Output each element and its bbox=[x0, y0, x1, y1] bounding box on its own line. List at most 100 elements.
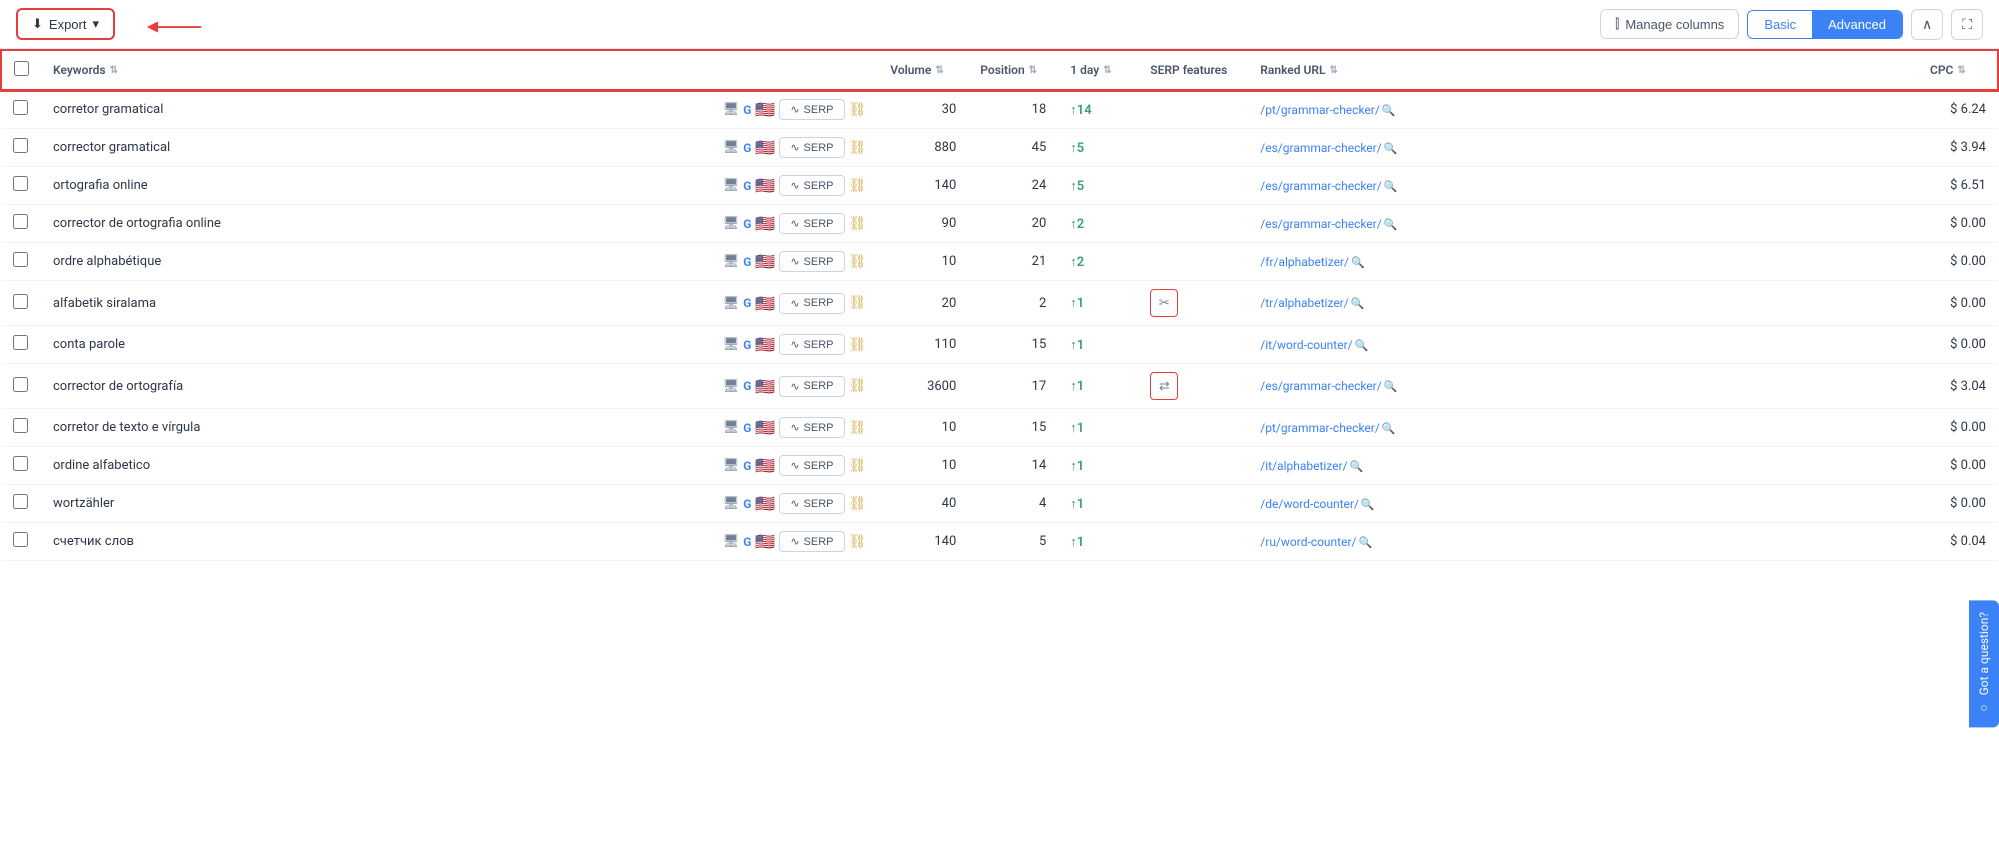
cpc-value: $ 0.00 bbox=[1950, 216, 1986, 231]
position-cell: 15 bbox=[968, 326, 1058, 364]
search-magnifier-icon[interactable]: 🔍 bbox=[1382, 422, 1396, 435]
ranked-url-link[interactable]: /es/grammar-checker/ bbox=[1260, 179, 1381, 193]
ranked-url-link[interactable]: /pt/grammar-checker/ bbox=[1260, 103, 1380, 117]
trend-icon: ∿ bbox=[790, 179, 799, 192]
cpc-cell: $ 0.00 bbox=[1918, 485, 1998, 523]
ranked-url-header[interactable]: Ranked URL ⇅ bbox=[1248, 50, 1918, 90]
volume-header[interactable]: Volume ⇅ bbox=[878, 50, 968, 90]
serp-button[interactable]: ∿ SERP bbox=[779, 137, 844, 158]
cpc-value: $ 0.00 bbox=[1950, 458, 1986, 473]
serp-button[interactable]: ∿ SERP bbox=[779, 99, 844, 120]
serp-label: SERP bbox=[804, 256, 834, 268]
volume-sort-icon: ⇅ bbox=[935, 65, 943, 76]
row-checkbox[interactable] bbox=[13, 335, 28, 350]
row-checkbox[interactable] bbox=[13, 494, 28, 509]
serp-button[interactable]: ∿ SERP bbox=[779, 293, 844, 314]
serp-label: SERP bbox=[804, 297, 834, 309]
volume-cell: 140 bbox=[878, 167, 968, 205]
keywords-header[interactable]: Keywords ⇅ bbox=[41, 50, 711, 90]
ranked-url-link[interactable]: /es/grammar-checker/ bbox=[1260, 379, 1381, 393]
serp-label: SERP bbox=[804, 339, 834, 351]
volume-cell: 10 bbox=[878, 243, 968, 281]
ranked-url-link[interactable]: /de/word-counter/ bbox=[1260, 497, 1359, 511]
basic-toggle[interactable]: Basic bbox=[1748, 11, 1812, 38]
trend-icon: ∿ bbox=[790, 421, 799, 434]
search-magnifier-icon[interactable]: 🔍 bbox=[1361, 498, 1375, 511]
search-magnifier-icon[interactable]: 🔍 bbox=[1358, 536, 1372, 549]
serp-button[interactable]: ∿ SERP bbox=[779, 493, 844, 514]
row-checkbox[interactable] bbox=[13, 532, 28, 547]
row-checkbox[interactable] bbox=[13, 100, 28, 115]
search-magnifier-icon[interactable]: 🔍 bbox=[1384, 142, 1398, 155]
ranked-url-link[interactable]: /it/word-counter/ bbox=[1260, 338, 1352, 352]
ranked-url-link[interactable]: /fr/alphabetizer/ bbox=[1260, 255, 1349, 269]
volume-value: 10 bbox=[942, 254, 957, 269]
google-icon: G bbox=[743, 103, 751, 117]
table-row: ordine alfabetico 🖥 G 🇺🇸 ∿ SERP ⛓ 1014↑1… bbox=[1, 447, 1998, 485]
got-question-button[interactable]: ○ Got a question? bbox=[1969, 600, 1999, 727]
ranked-url-link[interactable]: /tr/alphabetizer/ bbox=[1260, 296, 1348, 310]
search-magnifier-icon[interactable]: 🔍 bbox=[1351, 256, 1365, 269]
serp-button[interactable]: ∿ SERP bbox=[779, 175, 844, 196]
row-checkbox[interactable] bbox=[13, 377, 28, 392]
volume-value: 140 bbox=[934, 534, 956, 549]
ranked-url-link[interactable]: /pt/grammar-checker/ bbox=[1260, 421, 1380, 435]
cpc-cell: $ 0.00 bbox=[1918, 409, 1998, 447]
actions-cell: 🖥 G 🇺🇸 ∿ SERP ⛓ bbox=[711, 167, 879, 205]
select-all-header[interactable] bbox=[1, 50, 41, 90]
row-checkbox[interactable] bbox=[13, 252, 28, 267]
serp-features-cell bbox=[1138, 129, 1248, 167]
volume-value: 110 bbox=[934, 337, 956, 352]
one-day-cell: ↑1 bbox=[1058, 364, 1138, 409]
table-row: ordre alphabétique 🖥 G 🇺🇸 ∿ SERP ⛓ 1021↑… bbox=[1, 243, 1998, 281]
search-magnifier-icon[interactable]: 🔍 bbox=[1384, 218, 1398, 231]
table-row: ortografia online 🖥 G 🇺🇸 ∿ SERP ⛓ 14024↑… bbox=[1, 167, 1998, 205]
serp-button[interactable]: ∿ SERP bbox=[779, 455, 844, 476]
row-checkbox[interactable] bbox=[13, 418, 28, 433]
google-icon: G bbox=[743, 497, 751, 511]
device-icon: 🖥 bbox=[723, 458, 740, 473]
volume-value: 880 bbox=[934, 140, 956, 155]
search-magnifier-icon[interactable]: 🔍 bbox=[1384, 180, 1398, 193]
advanced-toggle[interactable]: Advanced bbox=[1812, 11, 1902, 38]
keywords-table: Keywords ⇅ Volume ⇅ Position ⇅ bbox=[0, 49, 1999, 561]
ranked-url-link[interactable]: /es/grammar-checker/ bbox=[1260, 141, 1381, 155]
one-day-header[interactable]: 1 day ⇅ bbox=[1058, 50, 1138, 90]
export-button[interactable]: ⬇ Export ▾ bbox=[16, 8, 115, 40]
trend-icon: ∿ bbox=[790, 338, 799, 351]
manage-columns-button[interactable]: ⫿ Manage columns bbox=[1600, 9, 1739, 39]
google-icon: G bbox=[743, 535, 751, 549]
row-checkbox-cell bbox=[1, 90, 41, 129]
select-all-checkbox[interactable] bbox=[14, 61, 29, 76]
keyword-cell: wortzähler bbox=[41, 485, 711, 523]
row-checkbox[interactable] bbox=[13, 138, 28, 153]
serp-button[interactable]: ∿ SERP bbox=[779, 251, 844, 272]
search-magnifier-icon[interactable]: 🔍 bbox=[1384, 380, 1398, 393]
row-checkbox[interactable] bbox=[13, 176, 28, 191]
collapse-button[interactable]: ∧ bbox=[1911, 9, 1943, 40]
actions-cell: 🖥 G 🇺🇸 ∿ SERP ⛓ bbox=[711, 523, 879, 561]
search-magnifier-icon[interactable]: 🔍 bbox=[1355, 339, 1369, 352]
serp-button[interactable]: ∿ SERP bbox=[779, 334, 844, 355]
row-checkbox-cell bbox=[1, 129, 41, 167]
expand-button[interactable]: ⛶ bbox=[1951, 9, 1983, 40]
cpc-header[interactable]: CPC ⇅ bbox=[1918, 50, 1998, 90]
serp-button[interactable]: ∿ SERP bbox=[779, 213, 844, 234]
row-checkbox[interactable] bbox=[13, 214, 28, 229]
ranked-url-link[interactable]: /ru/word-counter/ bbox=[1260, 535, 1356, 549]
position-header[interactable]: Position ⇅ bbox=[968, 50, 1058, 90]
serp-button[interactable]: ∿ SERP bbox=[779, 531, 844, 552]
search-magnifier-icon[interactable]: 🔍 bbox=[1350, 460, 1364, 473]
ranked-url-link[interactable]: /es/grammar-checker/ bbox=[1260, 217, 1381, 231]
serp-button[interactable]: ∿ SERP bbox=[779, 417, 844, 438]
search-magnifier-icon[interactable]: 🔍 bbox=[1382, 104, 1396, 117]
serp-button[interactable]: ∿ SERP bbox=[779, 376, 844, 397]
row-checkbox[interactable] bbox=[13, 294, 28, 309]
one-day-value: ↑1 bbox=[1070, 296, 1084, 311]
ranked-url-link[interactable]: /it/alphabetizer/ bbox=[1260, 459, 1347, 473]
search-magnifier-icon[interactable]: 🔍 bbox=[1351, 297, 1365, 310]
table-body: corretor gramatical 🖥 G 🇺🇸 ∿ SERP ⛓ 3018… bbox=[1, 90, 1998, 561]
cpc-value: $ 0.00 bbox=[1950, 496, 1986, 511]
row-checkbox[interactable] bbox=[13, 456, 28, 471]
cpc-value: $ 0.00 bbox=[1950, 254, 1986, 269]
